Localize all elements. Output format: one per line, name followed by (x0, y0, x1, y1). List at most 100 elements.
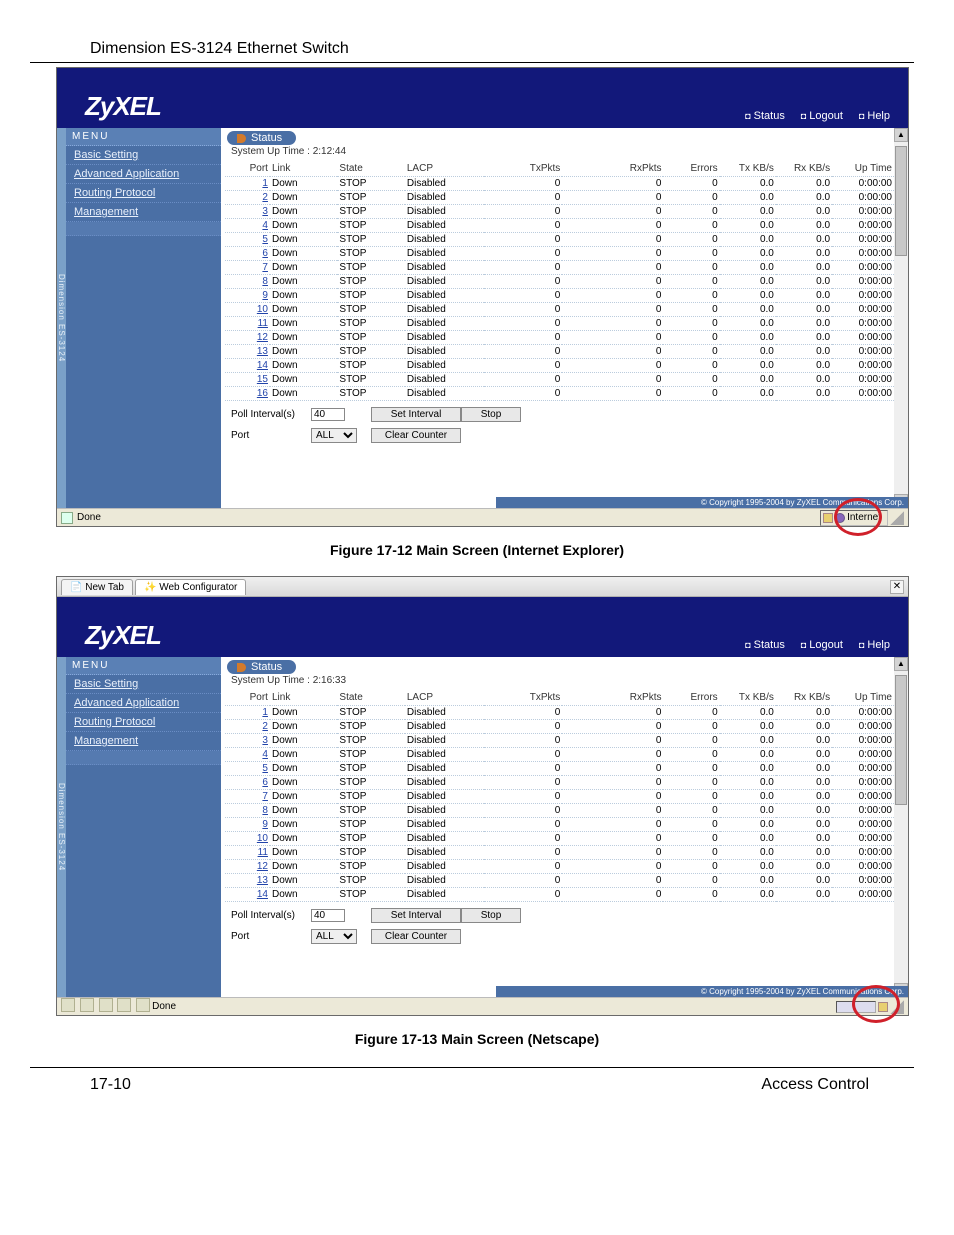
port-link[interactable]: 11 (225, 317, 270, 331)
cell: 0 (663, 289, 719, 303)
vertical-scrollbar[interactable]: ▲ ▼ (894, 657, 908, 997)
port-select[interactable]: ALL (311, 929, 357, 944)
sidebar-item-routing[interactable]: Routing Protocol (66, 713, 221, 732)
scroll-up-icon[interactable]: ▲ (894, 657, 908, 671)
port-link[interactable]: 14 (225, 888, 270, 902)
sidebar-item-basic[interactable]: Basic Setting (66, 146, 221, 165)
cell: 0 (663, 177, 719, 191)
scroll-up-icon[interactable]: ▲ (894, 128, 908, 142)
tab-configurator[interactable]: ✨ Web Configurator (135, 579, 246, 595)
cell: STOP (337, 387, 404, 401)
cell: Disabled (405, 874, 484, 888)
port-link[interactable]: 13 (225, 345, 270, 359)
link-status[interactable]: Status (745, 110, 785, 122)
port-link[interactable]: 10 (225, 303, 270, 317)
port-link[interactable]: 2 (225, 720, 270, 734)
stop-button[interactable]: Stop (461, 908, 521, 923)
ns-icon-1[interactable] (61, 998, 75, 1012)
port-link[interactable]: 15 (225, 373, 270, 387)
cell: 0:00:00 (832, 275, 894, 289)
set-interval-button[interactable]: Set Interval (371, 908, 461, 923)
cell: STOP (337, 289, 404, 303)
port-link[interactable]: 6 (225, 247, 270, 261)
port-link[interactable]: 10 (225, 832, 270, 846)
port-link[interactable]: 9 (225, 289, 270, 303)
cell: 0 (484, 177, 563, 191)
stop-button[interactable]: Stop (461, 407, 521, 422)
link-logout[interactable]: Logout (801, 110, 843, 122)
sidebar-item-basic[interactable]: Basic Setting (66, 675, 221, 694)
logo: ZyXEL (85, 620, 161, 651)
cell: 0.0 (776, 331, 832, 345)
cell: 0 (562, 219, 663, 233)
port-link[interactable]: 9 (225, 818, 270, 832)
sidebar-item-management[interactable]: Management (66, 732, 221, 751)
port-link[interactable]: 6 (225, 776, 270, 790)
cell: Down (270, 331, 337, 345)
port-link[interactable]: 7 (225, 261, 270, 275)
link-help[interactable]: Help (859, 110, 890, 122)
port-link[interactable]: 5 (225, 762, 270, 776)
ns-icon-3[interactable] (99, 998, 113, 1012)
link-help[interactable]: Help (859, 639, 890, 651)
port-link[interactable]: 2 (225, 191, 270, 205)
port-link[interactable]: 5 (225, 233, 270, 247)
cell: 0 (562, 331, 663, 345)
cell: 0 (562, 191, 663, 205)
cell: 0 (484, 205, 563, 219)
cell: Down (270, 762, 337, 776)
poll-input[interactable] (311, 909, 345, 922)
port-link[interactable]: 3 (225, 734, 270, 748)
port-link[interactable]: 1 (225, 706, 270, 720)
sidebar-item-advanced[interactable]: Advanced Application (66, 165, 221, 184)
port-link[interactable]: 16 (225, 387, 270, 401)
cell: 0.0 (776, 247, 832, 261)
scrollbar-thumb[interactable] (895, 675, 907, 805)
vertical-scrollbar[interactable]: ▲ ▼ (894, 128, 908, 508)
clear-counter-button[interactable]: Clear Counter (371, 929, 461, 944)
cell: Down (270, 790, 337, 804)
sidebar-item-routing[interactable]: Routing Protocol (66, 184, 221, 203)
cell: STOP (337, 762, 404, 776)
port-link[interactable]: 3 (225, 205, 270, 219)
close-tab-button[interactable]: ✕ (890, 580, 904, 594)
cell: 0.0 (776, 706, 832, 720)
port-link[interactable]: 14 (225, 359, 270, 373)
scrollbar-thumb[interactable] (895, 146, 907, 256)
ns-icon-2[interactable] (80, 998, 94, 1012)
port-link[interactable]: 12 (225, 860, 270, 874)
cell: 0 (663, 247, 719, 261)
section-title: Access Control (761, 1076, 869, 1094)
cell: 0.0 (720, 387, 776, 401)
link-logout[interactable]: Logout (801, 639, 843, 651)
poll-input[interactable] (311, 408, 345, 421)
set-interval-button[interactable]: Set Interval (371, 407, 461, 422)
cell: 0.0 (776, 177, 832, 191)
clear-counter-button[interactable]: Clear Counter (371, 428, 461, 443)
port-select[interactable]: ALL (311, 428, 357, 443)
port-link[interactable]: 11 (225, 846, 270, 860)
port-link[interactable]: 13 (225, 874, 270, 888)
ns-icon-4[interactable] (117, 998, 131, 1012)
resize-grip[interactable] (890, 511, 904, 525)
port-link[interactable]: 12 (225, 331, 270, 345)
cell: 0.0 (720, 205, 776, 219)
sidebar-item-advanced[interactable]: Advanced Application (66, 694, 221, 713)
port-link[interactable]: 1 (225, 177, 270, 191)
port-link[interactable]: 8 (225, 275, 270, 289)
table-row: 4DownSTOPDisabled0000.00.00:00:00 (225, 219, 894, 233)
tab-newtab[interactable]: 📄 New Tab (61, 579, 133, 595)
cell: 0.0 (776, 846, 832, 860)
cell: 0 (562, 275, 663, 289)
cell: 0:00:00 (832, 373, 894, 387)
cell: 0 (663, 846, 719, 860)
table-row: 3DownSTOPDisabled0000.00.00:00:00 (225, 205, 894, 219)
port-link[interactable]: 4 (225, 748, 270, 762)
ns-icon-5[interactable] (136, 998, 150, 1012)
port-link[interactable]: 7 (225, 790, 270, 804)
sidebar-item-management[interactable]: Management (66, 203, 221, 222)
link-status[interactable]: Status (745, 639, 785, 651)
port-link[interactable]: 4 (225, 219, 270, 233)
port-link[interactable]: 8 (225, 804, 270, 818)
cell: Disabled (405, 219, 484, 233)
